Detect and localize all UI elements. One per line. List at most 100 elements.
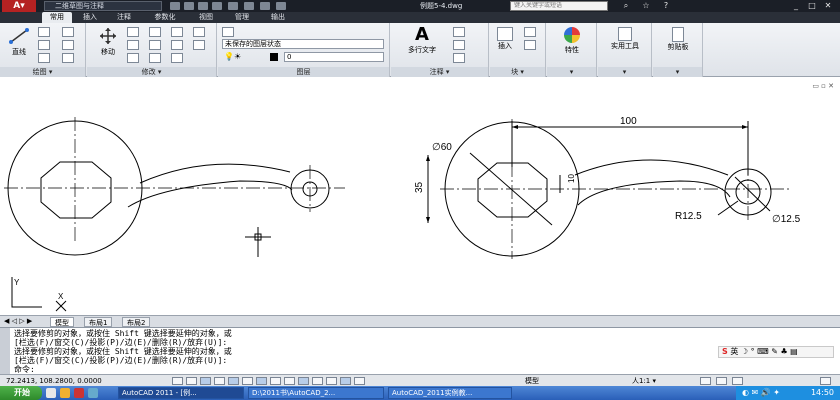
app-menu-button[interactable]: A▾ — [2, 0, 36, 12]
explode-icon[interactable] — [193, 27, 205, 37]
quick-access-menu-icon[interactable] — [276, 2, 286, 10]
scale-icon[interactable] — [149, 53, 161, 63]
utilities-panel-dropdown[interactable]: ▾ — [598, 67, 651, 77]
erase-icon[interactable] — [171, 27, 183, 37]
tab-layout1[interactable]: 布局1 — [84, 317, 113, 327]
properties-panel-dropdown[interactable]: ▾ — [547, 67, 596, 77]
rotate-icon[interactable] — [127, 27, 139, 37]
tab-parametric[interactable]: 参数化 — [146, 12, 184, 23]
annotation-monitor-icon[interactable] — [354, 377, 365, 385]
redo-icon[interactable] — [260, 2, 270, 10]
start-button[interactable]: 开始 — [0, 386, 42, 400]
clock[interactable]: 14:50 — [811, 386, 834, 400]
tab-layout2[interactable]: 布局2 — [122, 317, 151, 327]
mirror-icon[interactable] — [127, 40, 139, 50]
task-word-document[interactable]: AutoCAD_2011实例教... — [388, 387, 512, 399]
communication-icon[interactable]: ☆ — [640, 1, 652, 11]
tab-insert[interactable]: 插入 — [76, 12, 104, 23]
task-explorer-folder[interactable]: D:\2011书\AutoCAD_2... — [248, 387, 384, 399]
quick-launch-icon-3[interactable] — [74, 388, 84, 398]
3d-object-snap-icon[interactable] — [242, 377, 253, 385]
ime-tools-icon[interactable]: ☽ ° ⌨ ✎ ♣ ▤ — [741, 347, 798, 356]
new-file-icon[interactable] — [170, 2, 180, 10]
drawing-canvas[interactable]: ▭ ▫ ✕ 100 ∅60 35 10 R12.5 ∅12.5 Y X — [0, 77, 840, 315]
maximize-button[interactable]: □ — [806, 1, 818, 11]
block-panel-label[interactable]: 块 ▾ — [490, 67, 545, 77]
lineweight-icon[interactable] — [298, 377, 309, 385]
polyline-icon[interactable] — [38, 27, 50, 37]
tab-annotate[interactable]: 注释 — [110, 12, 138, 23]
save-as-icon[interactable] — [212, 2, 222, 10]
tab-output[interactable]: 输出 — [264, 12, 292, 23]
task-autocad[interactable]: AutoCAD 2011 - [例... — [118, 387, 244, 399]
quick-launch-icon-2[interactable] — [60, 388, 70, 398]
object-snap-tracking-icon[interactable] — [256, 377, 267, 385]
open-file-icon[interactable] — [184, 2, 194, 10]
quick-launch-icon-4[interactable] — [88, 388, 98, 398]
arc-icon[interactable] — [38, 53, 50, 63]
table-icon[interactable] — [453, 53, 465, 63]
command-prompt[interactable]: 命令: — [14, 365, 35, 374]
print-icon[interactable] — [228, 2, 238, 10]
clean-screen-icon[interactable] — [820, 377, 831, 385]
leader-icon[interactable] — [453, 40, 465, 50]
ime-toolbar[interactable]: S 英 ☽ ° ⌨ ✎ ♣ ▤ — [718, 346, 834, 358]
draw-panel-label[interactable]: 绘图 ▾ — [0, 67, 85, 77]
quick-properties-icon[interactable] — [326, 377, 337, 385]
current-layer-dropdown[interactable]: 0 — [284, 52, 384, 62]
grid-display-icon[interactable] — [186, 377, 197, 385]
layer-state-dropdown[interactable]: 未保存的图层状态 — [222, 39, 384, 49]
polar-tracking-icon[interactable] — [214, 377, 225, 385]
line-button[interactable]: 直线 — [4, 27, 34, 57]
save-icon[interactable] — [198, 2, 208, 10]
tab-manage[interactable]: 管理 — [228, 12, 256, 23]
workspace-selector[interactable]: 二维草图与注释 — [44, 1, 162, 11]
dynamic-ucs-icon[interactable] — [270, 377, 281, 385]
clipboard-button[interactable]: 剪贴板 — [657, 27, 699, 52]
linear-dimension-icon[interactable] — [453, 27, 465, 37]
quick-launch-icon-1[interactable] — [46, 388, 56, 398]
transparency-icon[interactable] — [312, 377, 323, 385]
create-block-icon[interactable] — [524, 27, 536, 37]
isolate-objects-icon[interactable] — [732, 377, 743, 385]
dynamic-input-icon[interactable] — [284, 377, 295, 385]
object-snap-icon[interactable] — [228, 377, 239, 385]
copy-icon[interactable] — [171, 40, 183, 50]
ellipse-icon[interactable] — [62, 53, 74, 63]
workspace-switching-icon[interactable] — [700, 377, 711, 385]
modify-panel-label[interactable]: 修改 ▾ — [87, 67, 216, 77]
stretch-icon[interactable] — [127, 53, 139, 63]
undo-icon[interactable] — [244, 2, 254, 10]
help-icon[interactable]: ? — [660, 1, 672, 11]
tray-icons[interactable]: ◐ ✉ 🔊 ✦ — [742, 388, 780, 397]
command-line[interactable]: 选择要修剪的对象，或按住 Shift 键选择要延伸的对象，或 [栏选(F)/窗交… — [0, 327, 840, 374]
tab-scroll-arrows[interactable]: ◀ ◁ ▷ ▶ — [4, 317, 32, 325]
move-button[interactable]: 移动 — [93, 27, 123, 57]
layers-panel-label[interactable]: 图层 — [218, 67, 389, 77]
snap-mode-icon[interactable] — [172, 377, 183, 385]
selection-cycling-icon[interactable] — [340, 377, 351, 385]
rectangle-icon[interactable] — [62, 27, 74, 37]
offset-icon[interactable] — [193, 40, 205, 50]
tab-model[interactable]: 模型 — [50, 317, 74, 327]
command-line-handle[interactable] — [0, 328, 10, 374]
fillet-icon[interactable] — [149, 40, 161, 50]
clipboard-panel-dropdown[interactable]: ▾ — [653, 67, 702, 77]
annotation-panel-label[interactable]: 注释 ▾ — [391, 67, 488, 77]
search-icon[interactable]: ⌕ — [620, 1, 632, 11]
hatch-icon[interactable] — [62, 40, 74, 50]
array-icon[interactable] — [171, 53, 183, 63]
lock-icon[interactable] — [716, 377, 727, 385]
circle-icon[interactable] — [38, 40, 50, 50]
insert-block-button[interactable]: 插入 — [492, 27, 518, 51]
trim-icon[interactable] — [149, 27, 161, 37]
tab-home[interactable]: 常用 — [42, 12, 72, 23]
close-button[interactable]: ✕ — [822, 1, 834, 11]
properties-button[interactable]: 特性 — [553, 27, 591, 55]
ime-language-label[interactable]: 英 — [730, 347, 738, 356]
search-input[interactable]: 键入关键字或短语 — [510, 1, 608, 11]
tab-view[interactable]: 视图 — [192, 12, 220, 23]
edit-block-icon[interactable] — [524, 40, 536, 50]
ortho-mode-icon[interactable] — [200, 377, 211, 385]
mtext-button[interactable]: A 多行文字 — [397, 25, 447, 55]
